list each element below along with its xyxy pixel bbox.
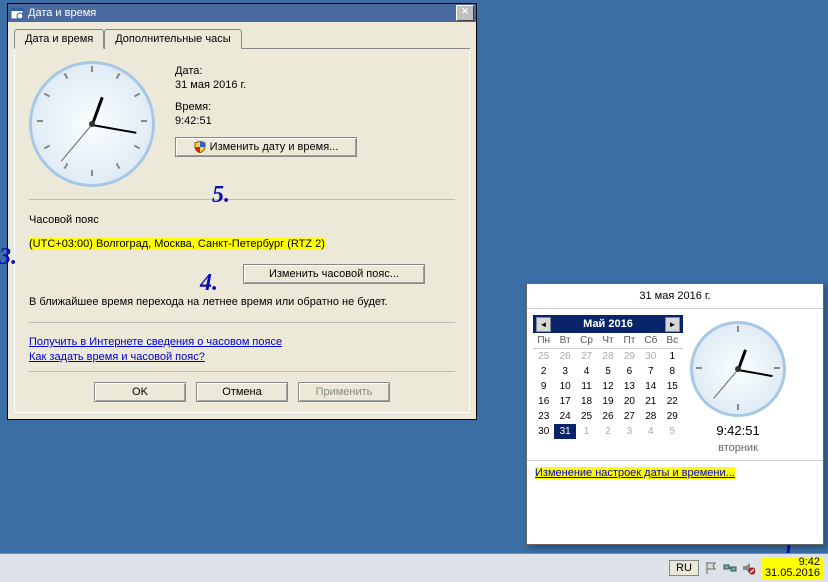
dialog-body: Дата: 31 мая 2016 г. Время: 9:42:51 Изме…	[14, 49, 470, 413]
system-tray	[705, 561, 755, 575]
window-title: Дата и время	[28, 4, 456, 22]
flyout-analog-clock	[690, 321, 786, 417]
calendar-day[interactable]: 1	[662, 349, 683, 365]
calendar-day[interactable]: 19	[597, 394, 618, 409]
calendar-dow: Пт	[619, 333, 640, 349]
calendar-day[interactable]: 8	[662, 364, 683, 379]
calendar-day[interactable]: 31	[554, 424, 575, 439]
calendar-dow: Вт	[554, 333, 575, 349]
calendar-day[interactable]: 7	[640, 364, 661, 379]
calendar-day[interactable]: 26	[554, 349, 575, 365]
calendar-day[interactable]: 3	[554, 364, 575, 379]
date-time-icon	[10, 6, 24, 20]
tab-row: Дата и время Дополнительные часы	[14, 28, 470, 49]
date-time-dialog: Дата и время ✕ Дата и время Дополнительн…	[7, 3, 477, 420]
calendar-day[interactable]: 23	[533, 409, 554, 424]
change-settings-link[interactable]: Изменение настроек даты и времени...	[535, 467, 735, 479]
calendar-next-button[interactable]: ►	[665, 317, 680, 332]
taskbar-date: 31.05.2016	[765, 568, 820, 579]
calendar-day[interactable]: 2	[597, 424, 618, 439]
flyout-time: 9:42:51	[683, 423, 793, 438]
date-value: 31 мая 2016 г.	[175, 79, 455, 91]
calendar-day[interactable]: 9	[533, 379, 554, 394]
calendar-grid[interactable]: ПнВтСрЧтПтСбВс 2526272829301234567891011…	[533, 333, 683, 439]
time-value: 9:42:51	[175, 115, 455, 127]
calendar-day[interactable]: 29	[619, 349, 640, 365]
calendar-dow: Чт	[597, 333, 618, 349]
calendar-day[interactable]: 15	[662, 379, 683, 394]
flyout-full-date: 31 мая 2016 г.	[527, 284, 823, 309]
cancel-button[interactable]: Отмена	[196, 382, 288, 402]
calendar-day[interactable]: 28	[640, 409, 661, 424]
flyout-weekday: вторник	[683, 442, 793, 454]
taskbar-clock[interactable]: 9:42 31.05.2016	[761, 557, 824, 579]
calendar-day[interactable]: 27	[619, 409, 640, 424]
calendar-day[interactable]: 17	[554, 394, 575, 409]
tab-date-time[interactable]: Дата и время	[14, 29, 104, 49]
language-indicator[interactable]: RU	[669, 560, 699, 576]
tray-network-icon[interactable]	[723, 561, 737, 575]
ok-button[interactable]: OK	[94, 382, 186, 402]
calendar-day[interactable]: 26	[597, 409, 618, 424]
tray-flag-icon[interactable]	[705, 561, 719, 575]
calendar-day[interactable]: 5	[662, 424, 683, 439]
close-button[interactable]: ✕	[456, 5, 474, 21]
calendar-month-title: Май 2016	[583, 318, 633, 330]
uac-shield-icon	[194, 141, 206, 153]
change-date-time-label: Изменить дату и время...	[210, 141, 339, 153]
calendar-day[interactable]: 28	[597, 349, 618, 365]
calendar-day[interactable]: 1	[576, 424, 597, 439]
calendar-day[interactable]: 16	[533, 394, 554, 409]
calendar-day[interactable]: 5	[597, 364, 618, 379]
calendar-day[interactable]: 13	[619, 379, 640, 394]
change-timezone-button[interactable]: Изменить часовой пояс...	[243, 264, 425, 284]
calendar-day[interactable]: 20	[619, 394, 640, 409]
calendar-day[interactable]: 30	[640, 349, 661, 365]
calendar-day[interactable]: 27	[576, 349, 597, 365]
calendar-dow: Пн	[533, 333, 554, 349]
calendar-dow: Ср	[576, 333, 597, 349]
calendar-day[interactable]: 24	[554, 409, 575, 424]
apply-button[interactable]: Применить	[298, 382, 390, 402]
mini-calendar: ◄ Май 2016 ► ПнВтСрЧтПтСбВс 252627282930…	[533, 315, 683, 454]
titlebar[interactable]: Дата и время ✕	[8, 4, 476, 22]
calendar-day[interactable]: 30	[533, 424, 554, 439]
tab-additional-clocks[interactable]: Дополнительные часы	[104, 29, 241, 49]
calendar-day[interactable]: 22	[662, 394, 683, 409]
calendar-day[interactable]: 10	[554, 379, 575, 394]
time-label: Время:	[175, 101, 455, 113]
calendar-day[interactable]: 12	[597, 379, 618, 394]
calendar-day[interactable]: 18	[576, 394, 597, 409]
calendar-day[interactable]: 4	[640, 424, 661, 439]
taskbar: RU 9:42 31.05.2016	[0, 553, 828, 582]
change-date-time-button[interactable]: Изменить дату и время...	[175, 137, 357, 157]
clock-calendar-flyout: 31 мая 2016 г. ◄ Май 2016 ► ПнВтСрЧтПтСб…	[526, 283, 824, 545]
date-label: Дата:	[175, 65, 455, 77]
change-timezone-label: Изменить часовой пояс...	[269, 268, 399, 280]
calendar-dow: Сб	[640, 333, 661, 349]
calendar-day[interactable]: 29	[662, 409, 683, 424]
calendar-day[interactable]: 21	[640, 394, 661, 409]
timezone-header: Часовой пояс	[29, 214, 455, 226]
dst-note: В ближайшее время перехода на летнее вре…	[29, 296, 455, 308]
analog-clock	[29, 61, 155, 187]
timezone-value: (UTC+03:00) Волгоград, Москва, Санкт-Пет…	[29, 238, 325, 250]
calendar-day[interactable]: 25	[533, 349, 554, 365]
calendar-day[interactable]: 25	[576, 409, 597, 424]
calendar-day[interactable]: 2	[533, 364, 554, 379]
calendar-day[interactable]: 14	[640, 379, 661, 394]
calendar-day[interactable]: 3	[619, 424, 640, 439]
link-timezone-info[interactable]: Получить в Интернете сведения о часовом …	[29, 336, 455, 348]
calendar-day[interactable]: 11	[576, 379, 597, 394]
tray-volume-icon[interactable]	[741, 561, 755, 575]
calendar-day[interactable]: 4	[576, 364, 597, 379]
calendar-prev-button[interactable]: ◄	[536, 317, 551, 332]
link-how-to-set[interactable]: Как задать время и часовой пояс?	[29, 351, 455, 363]
calendar-dow: Вс	[662, 333, 683, 349]
calendar-day[interactable]: 6	[619, 364, 640, 379]
